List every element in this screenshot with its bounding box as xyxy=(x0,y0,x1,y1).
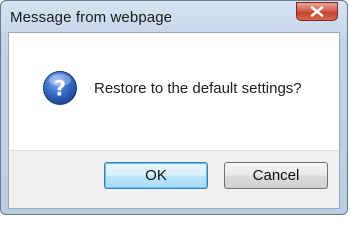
button-bar: OK Cancel xyxy=(9,150,339,208)
close-icon xyxy=(310,6,324,17)
title-bar[interactable]: Message from webpage xyxy=(1,1,347,33)
ok-button[interactable]: OK xyxy=(104,162,208,189)
question-icon: ? xyxy=(43,71,77,105)
svg-text:?: ? xyxy=(54,77,66,101)
dialog-body: ? Restore to the default settings? OK Ca… xyxy=(8,32,340,209)
dialog-window: Message from webpage ? Restore to the de… xyxy=(0,0,348,215)
dialog-title: Message from webpage xyxy=(10,9,173,26)
message-area: ? Restore to the default settings? xyxy=(9,33,339,150)
close-button[interactable] xyxy=(296,2,338,21)
cancel-button[interactable]: Cancel xyxy=(224,162,328,189)
dialog-message: Restore to the default settings? xyxy=(94,80,302,97)
